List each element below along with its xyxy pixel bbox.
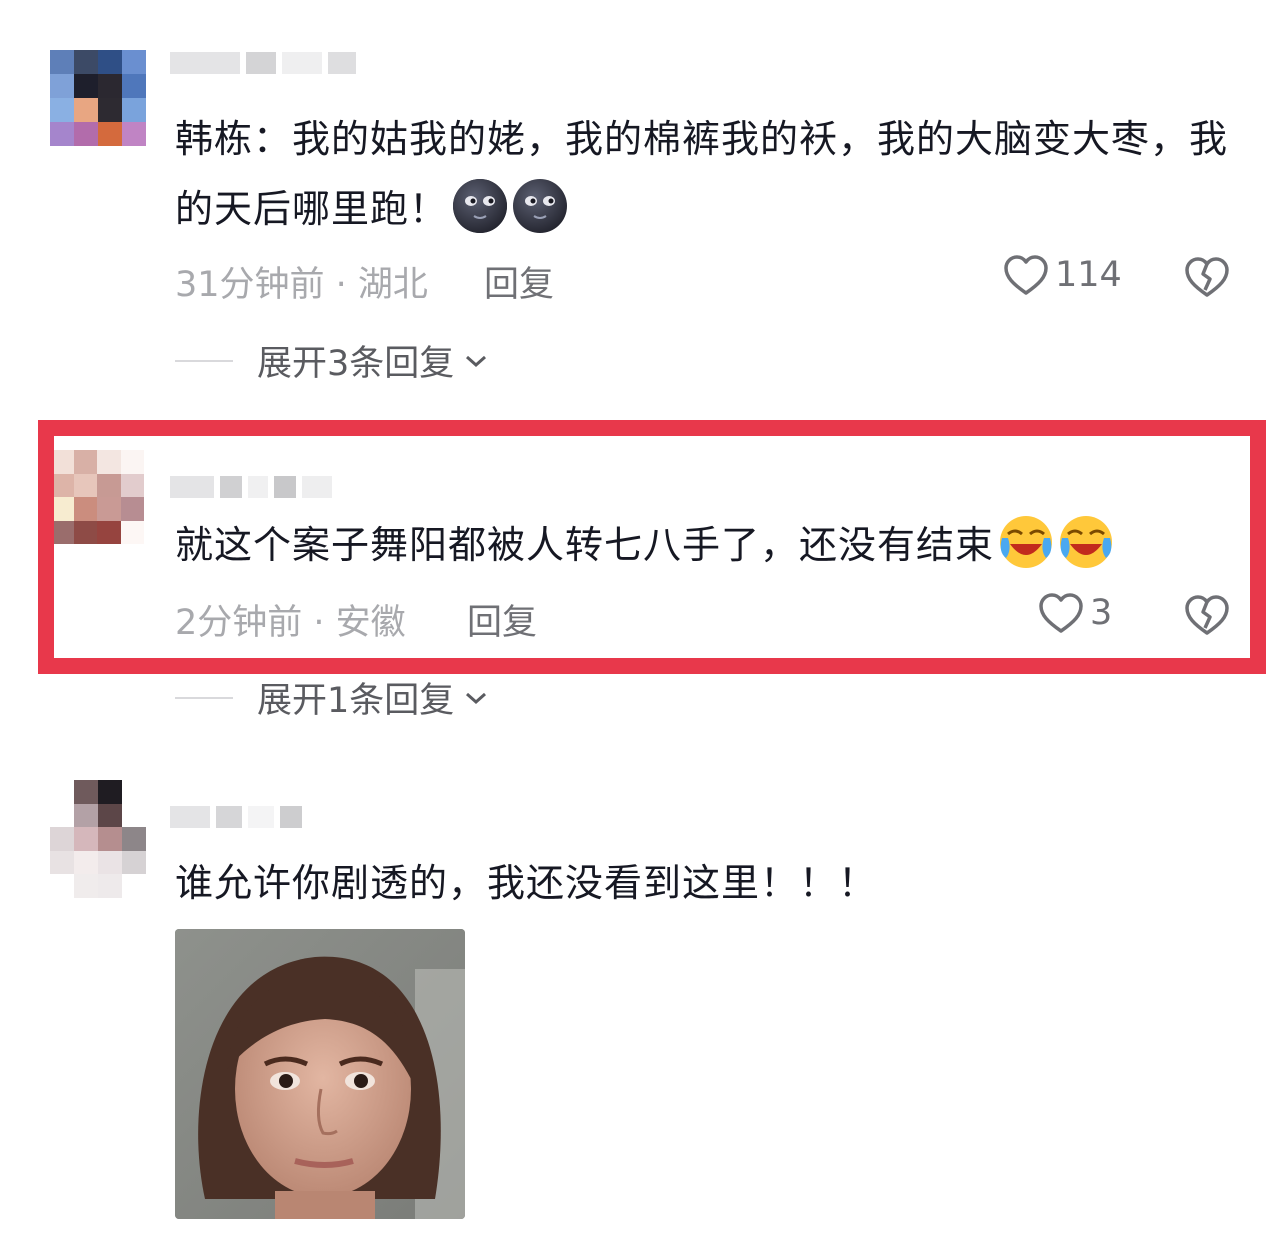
- avatar[interactable]: [50, 780, 146, 898]
- comment-image[interactable]: [175, 929, 465, 1219]
- expand-replies-button[interactable]: 展开3条回复: [175, 335, 488, 386]
- comment-text: 谁允许你剧透的，我还没看到这里！！！: [175, 861, 878, 905]
- reply-button[interactable]: 回复: [467, 594, 537, 645]
- like-count: 3: [1090, 593, 1113, 633]
- moon-face-emoji: [513, 179, 568, 233]
- comment-text: 韩栋：我的姑我的姥，我的棉裤我的袄，我的大脑变大枣，我的天后哪里跑！: [175, 104, 1235, 244]
- avatar[interactable]: [50, 50, 146, 146]
- username-blurred[interactable]: [170, 476, 332, 498]
- expand-label: 展开3条回复: [257, 344, 455, 384]
- portrait-image: [175, 929, 465, 1219]
- heart-outline-icon: [1039, 593, 1083, 633]
- broken-heart-icon[interactable]: [1184, 256, 1230, 298]
- expand-label: 展开1条回复: [257, 681, 455, 721]
- chevron-down-icon: [466, 692, 487, 704]
- broken-heart-icon[interactable]: [1184, 594, 1230, 636]
- like-button[interactable]: 3: [1038, 592, 1112, 634]
- chevron-down-icon: [466, 355, 487, 367]
- username-blurred[interactable]: [170, 52, 356, 74]
- heart-outline-icon: [1004, 255, 1048, 295]
- like-button[interactable]: 114: [1003, 254, 1122, 296]
- laughing-crying-emoji: [1000, 516, 1053, 568]
- divider-line: [175, 696, 233, 699]
- comment-meta: 31分钟前 · 湖北: [175, 265, 428, 305]
- divider-line: [175, 359, 233, 362]
- like-count: 114: [1055, 255, 1122, 295]
- avatar[interactable]: [50, 450, 144, 544]
- moon-face-emoji: [453, 179, 508, 233]
- comment-text: 就这个案子舞阳都被人转七八手了，还没有结束: [175, 510, 1235, 580]
- username-blurred[interactable]: [170, 806, 302, 828]
- comment-meta: 2分钟前 · 安徽: [175, 603, 406, 643]
- laughing-crying-emoji: [1060, 516, 1113, 568]
- reply-button[interactable]: 回复: [484, 256, 554, 307]
- expand-replies-button[interactable]: 展开1条回复: [175, 672, 488, 723]
